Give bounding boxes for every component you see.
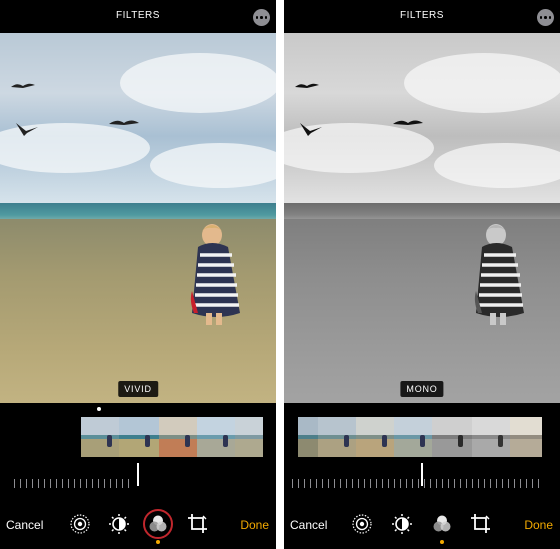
filter-strip[interactable] [298, 417, 542, 457]
filters-icon[interactable] [431, 513, 453, 544]
cancel-button[interactable]: Cancel [6, 518, 43, 532]
bird-icon [11, 83, 35, 88]
more-ellipsis-icon[interactable] [537, 9, 554, 26]
done-button[interactable]: Done [240, 518, 269, 532]
divider [276, 0, 284, 549]
active-tool-dot [156, 540, 160, 544]
filters-icon[interactable] [143, 509, 173, 544]
filter-thumb-selected[interactable] [432, 417, 472, 457]
page-title: FILTERS [400, 10, 444, 21]
filter-thumb[interactable] [197, 417, 235, 457]
photo-preview: MONO [284, 33, 560, 403]
filter-thumb[interactable] [81, 417, 119, 457]
bird-icon [393, 120, 423, 125]
filter-name-badge: MONO [400, 381, 444, 397]
intensity-slider[interactable] [14, 474, 129, 488]
page-title: FILTERS [116, 10, 160, 21]
left-panel: FILTERS VIVID Cancel Done [0, 0, 276, 549]
filter-thumb[interactable] [394, 417, 432, 457]
more-ellipsis-icon[interactable] [253, 9, 270, 26]
bird-icon [109, 120, 139, 125]
adjust-icon[interactable] [108, 513, 130, 535]
adjust-icon[interactable] [391, 513, 413, 535]
original-indicator-dot [97, 407, 101, 411]
bottom-toolbar: Cancel Done [0, 509, 276, 544]
live-photo-icon[interactable] [351, 513, 373, 535]
filter-thumb[interactable] [510, 417, 542, 457]
filter-thumb[interactable] [472, 417, 510, 457]
child-figure [190, 224, 240, 325]
header: FILTERS [0, 0, 276, 33]
filter-thumb[interactable] [235, 417, 263, 457]
bird-icon [300, 123, 322, 136]
filter-thumb[interactable] [298, 417, 318, 457]
filter-strip[interactable] [81, 417, 263, 457]
crop-icon[interactable] [470, 513, 492, 535]
cloud [404, 53, 560, 113]
filter-name-badge: VIVID [118, 381, 158, 397]
cancel-button[interactable]: Cancel [290, 518, 327, 532]
filter-thumb-selected[interactable] [119, 417, 159, 457]
active-tool-ring [143, 509, 173, 539]
live-photo-icon[interactable] [69, 513, 91, 535]
bird-icon [16, 123, 38, 136]
slider-marker[interactable] [137, 463, 139, 486]
cloud [120, 53, 276, 113]
header: FILTERS [284, 0, 560, 33]
right-panel: FILTERS MONO Cancel Done [284, 0, 560, 549]
done-button[interactable]: Done [524, 518, 553, 532]
slider-marker[interactable] [421, 463, 423, 486]
filter-thumb[interactable] [356, 417, 394, 457]
bird-icon [295, 83, 319, 88]
photo-preview: VIVID [0, 33, 276, 403]
active-tool-dot [440, 540, 444, 544]
child-figure [474, 224, 524, 325]
filter-thumb[interactable] [159, 417, 197, 457]
filter-thumb[interactable] [318, 417, 356, 457]
intensity-slider[interactable] [292, 474, 539, 488]
bottom-toolbar: Cancel Done [284, 510, 560, 544]
crop-icon[interactable] [187, 513, 209, 535]
